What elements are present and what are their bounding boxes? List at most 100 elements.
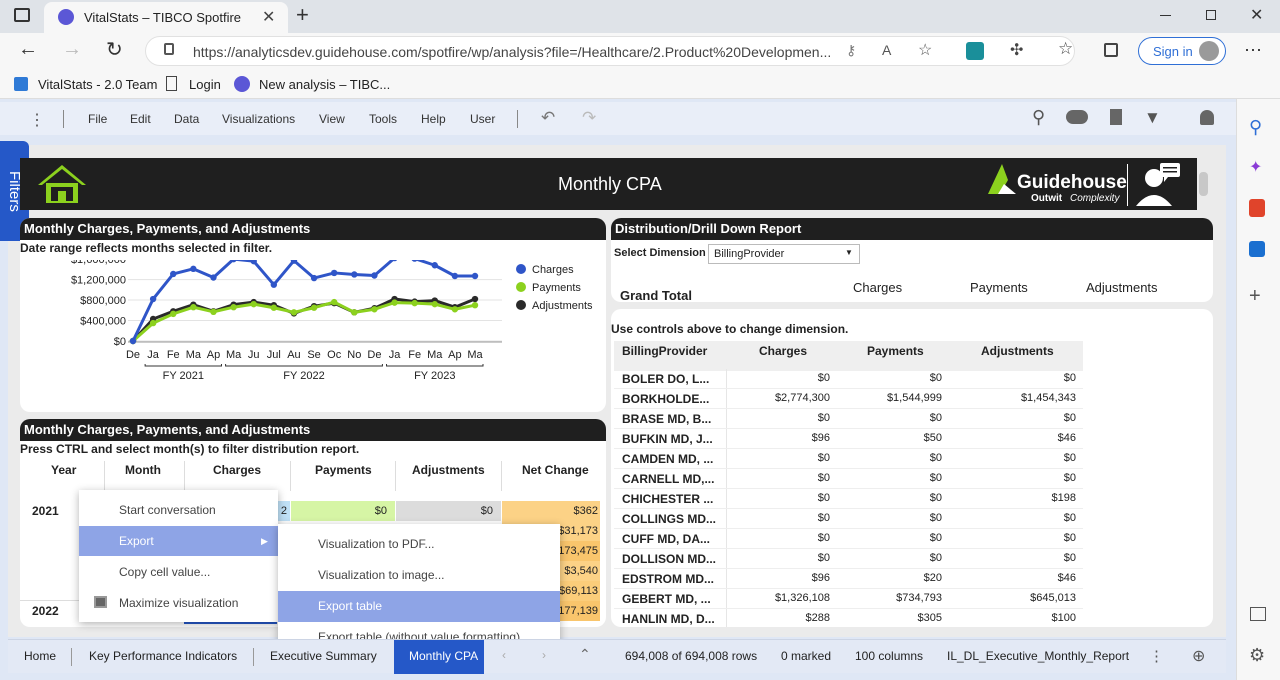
value-cell[interactable]: $0 <box>834 532 946 544</box>
provider-cell[interactable]: HANLIN MD, D... <box>622 612 726 626</box>
add-icon[interactable]: + <box>1249 285 1261 308</box>
close-window-icon[interactable]: ✕ <box>1250 5 1263 25</box>
value-cell[interactable]: $0 <box>730 532 834 544</box>
value-cell[interactable]: $0 <box>946 372 1080 384</box>
menu-file[interactable]: File <box>88 112 107 126</box>
value-cell[interactable]: $0 <box>730 372 834 384</box>
redo-icon[interactable]: ↷ <box>582 108 596 128</box>
value-cell[interactable]: $96 <box>730 572 834 584</box>
filter-icon[interactable]: ▼ <box>1144 108 1161 128</box>
table-row[interactable]: GEBERT MD, ... $1,326,108 $734,793 $645,013 <box>614 589 1083 609</box>
value-cell[interactable]: $734,793 <box>834 592 946 604</box>
value-cell[interactable]: $0 <box>946 512 1080 524</box>
menu-view[interactable]: View <box>319 112 345 126</box>
provider-cell[interactable]: GEBERT MD, ... <box>622 592 726 606</box>
column-header[interactable]: Adjustments <box>981 344 1054 358</box>
menu-dots-icon[interactable]: ⋮ <box>29 110 45 130</box>
value-cell[interactable]: $100 <box>946 612 1080 624</box>
value-cell[interactable]: $0 <box>730 552 834 564</box>
provider-cell[interactable]: COLLINGS MD... <box>622 512 726 526</box>
table-row[interactable]: CAMDEN MD, ... $0 $0 $0 <box>614 449 1083 469</box>
menu-visualizations[interactable]: Visualizations <box>222 112 295 126</box>
value-cell[interactable]: $305 <box>834 612 946 624</box>
value-cell[interactable]: $0 <box>946 552 1080 564</box>
provider-cell[interactable]: CHICHESTER ... <box>622 492 726 506</box>
value-cell[interactable]: $0 <box>946 412 1080 424</box>
menu-tools[interactable]: Tools <box>369 112 397 126</box>
minimize-icon[interactable] <box>1160 15 1171 16</box>
value-cell[interactable]: $0 <box>834 492 946 504</box>
provider-cell[interactable]: BOLER DO, L... <box>622 372 726 386</box>
close-tab-icon[interactable]: ✕ <box>262 7 275 27</box>
provider-cell[interactable]: BORKHOLDE... <box>622 392 726 406</box>
search-icon[interactable]: ⚲ <box>1032 107 1045 128</box>
collapse-up-icon[interactable]: ⌃ <box>579 646 591 663</box>
collections-icon[interactable] <box>1104 43 1118 57</box>
tab-executive-summary[interactable]: Executive Summary <box>270 649 377 663</box>
value-cell[interactable]: $0 <box>834 452 946 464</box>
canvas-scrollbar[interactable] <box>1199 172 1208 196</box>
key-icon[interactable]: ⚷ <box>846 42 856 59</box>
provider-cell[interactable]: DOLLISON MD... <box>622 552 726 566</box>
value-cell[interactable]: $0 <box>730 412 834 424</box>
value-cell[interactable]: $0 <box>834 552 946 564</box>
extension-icon[interactable] <box>966 42 984 60</box>
menu-item-maximize[interactable]: Maximize visualization <box>79 588 278 618</box>
provider-cell[interactable]: EDSTROM MD... <box>622 572 726 586</box>
menu-user[interactable]: User <box>470 112 495 126</box>
value-cell[interactable]: $0 <box>946 532 1080 544</box>
menu-item-copy-cell[interactable]: Copy cell value... <box>79 557 278 587</box>
signin-button[interactable]: Sign in <box>1138 37 1226 65</box>
tab-monthly-cpa[interactable]: Monthly CPA <box>394 640 484 674</box>
column-header[interactable]: Year <box>51 463 76 477</box>
browser-tab[interactable]: VitalStats – TIBCO Spotfire ✕ <box>44 2 288 33</box>
globe-icon[interactable]: ⊕ <box>1192 646 1205 666</box>
value-cell[interactable]: $198 <box>946 492 1080 504</box>
chevron-left-icon[interactable]: ‹ <box>502 648 506 662</box>
copilot-icon[interactable]: ✦ <box>1249 157 1262 177</box>
new-tab-icon[interactable]: + <box>296 2 309 28</box>
menu-item-viz-image[interactable]: Visualization to image... <box>278 560 560 591</box>
provider-cell[interactable]: CARNELL MD,... <box>622 472 726 486</box>
value-cell[interactable]: $20 <box>834 572 946 584</box>
menu-item-viz-pdf[interactable]: Visualization to PDF... <box>278 529 560 560</box>
value-cell[interactable]: $96 <box>730 432 834 444</box>
value-cell[interactable]: $0 <box>834 512 946 524</box>
home-icon[interactable] <box>36 163 88 205</box>
provider-cell[interactable]: CUFF MD, DA... <box>622 532 726 546</box>
more-icon[interactable]: ⋮ <box>1149 647 1164 665</box>
menu-item-export-table[interactable]: Export table <box>278 591 560 622</box>
menu-data[interactable]: Data <box>174 112 199 126</box>
tab-actions-icon[interactable] <box>14 8 30 22</box>
sidebar-toggle-icon[interactable] <box>1250 607 1266 621</box>
address-bar[interactable]: https://analyticsdev.guidehouse.com/spot… <box>145 36 1075 66</box>
table-row[interactable]: BRASE MD, B... $0 $0 $0 <box>614 409 1083 429</box>
favorites-icon[interactable]: ☆ <box>1058 39 1073 59</box>
provider-cell[interactable]: BUFKIN MD, J... <box>622 432 726 446</box>
notification-icon[interactable] <box>1200 110 1214 125</box>
net-change-cell[interactable]: $362 <box>502 501 600 521</box>
value-cell[interactable]: $1,544,999 <box>834 392 946 404</box>
table-row[interactable]: CHICHESTER ... $0 $0 $198 <box>614 489 1083 509</box>
restore-icon[interactable] <box>1206 10 1216 20</box>
value-cell[interactable]: $0 <box>834 372 946 384</box>
payments-cell[interactable]: $0 <box>291 501 395 521</box>
value-cell[interactable]: $0 <box>834 412 946 424</box>
column-header[interactable]: Charges <box>213 463 261 477</box>
bookmark-icon[interactable] <box>1110 109 1122 125</box>
column-header[interactable]: BillingProvider <box>622 344 707 358</box>
value-cell[interactable]: $0 <box>730 472 834 484</box>
value-cell[interactable]: $0 <box>834 472 946 484</box>
value-cell[interactable]: $288 <box>730 612 834 624</box>
read-aloud-icon[interactable]: A <box>882 42 891 58</box>
year-cell[interactable]: 2022 <box>32 604 59 618</box>
menu-edit[interactable]: Edit <box>130 112 151 126</box>
add-favorite-icon[interactable]: ☆ <box>918 40 932 60</box>
puzzle-icon[interactable]: ✣ <box>1010 40 1023 60</box>
contact-person-icon[interactable] <box>1134 162 1182 206</box>
menu-item-export[interactable]: Export ▶ <box>79 526 278 556</box>
outlook-icon[interactable] <box>1249 241 1265 257</box>
provider-cell[interactable]: CAMDEN MD, ... <box>622 452 726 466</box>
table-row[interactable]: DOLLISON MD... $0 $0 $0 <box>614 549 1083 569</box>
line-chart[interactable]: $1,600,000$1,200,000$800,000$400,000$0De… <box>20 260 606 410</box>
